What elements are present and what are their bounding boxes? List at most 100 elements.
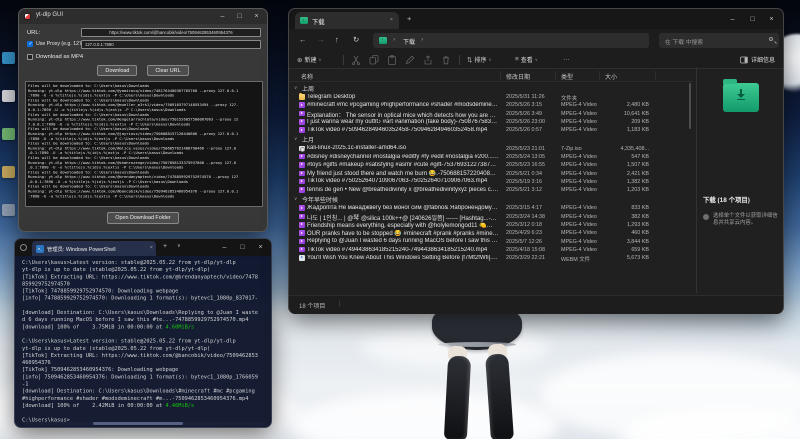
file-name: TikTok video #7509462849460352458-750946… (307, 127, 499, 133)
cut-icon[interactable] (351, 55, 361, 65)
file-row[interactable]: TikTok video #7509462849460352458-750946… (289, 126, 693, 134)
new-tab-button[interactable]: + (407, 14, 411, 23)
maximize-button[interactable]: □ (231, 9, 248, 24)
explorer-tabbar[interactable]: 下载 × + – □ × (289, 9, 783, 29)
file-size: 1,507 KB (587, 162, 649, 168)
file-date: 2025/5/26 23:00 (506, 119, 558, 125)
file-row[interactable]: kali-linux-2025.1c-installer-amd64.iso20… (289, 144, 693, 152)
desktop-icon[interactable] (2, 128, 15, 140)
url-input[interactable]: https://www.tiktok.com/@bancobik/video/7… (81, 28, 261, 37)
download-button[interactable]: Download (97, 65, 137, 76)
terminal-line: [TikTok] Extracting URL: https://www.tik… (22, 352, 266, 359)
powershell-icon: >_ (36, 245, 44, 253)
desktop-icon[interactable] (2, 204, 15, 216)
download-mp4-checkbox[interactable] (27, 54, 33, 60)
sort-button[interactable]: ⇅ 排序 ∨ (467, 55, 491, 64)
terminal-titlebar[interactable]: >_ 管理员: Windows PowerShell × + ∨ – □ × (15, 239, 271, 256)
new-button[interactable]: ⊕ 新建 ∨ (297, 55, 321, 64)
ytdlp-titlebar[interactable]: yt-dlp GUI – □ × (19, 9, 267, 24)
search-box[interactable]: 在 下载 中搜索 (659, 33, 779, 48)
ytdlp-log-area[interactable]: Files will be downloaded to: C:\Users\ka… (25, 81, 263, 207)
maximize-button[interactable]: □ (234, 239, 251, 256)
delete-icon[interactable] (441, 55, 451, 65)
file-row[interactable]: Жадропіта Не манаджвегу без моної сим @f… (289, 204, 693, 212)
close-button[interactable]: × (763, 9, 780, 29)
group-header[interactable]: ∨上月 (289, 134, 693, 144)
new-tab-button[interactable]: + (163, 243, 167, 250)
minimize-button[interactable]: – (724, 9, 741, 29)
desktop-icon[interactable] (2, 90, 15, 102)
file-name: tennis de gen • New @breathedivinity x @… (307, 187, 499, 193)
file-row[interactable]: #disney #disneychannel #nostalgia #editf… (289, 153, 693, 161)
file-row[interactable]: My friend just stood there and watch me … (289, 169, 693, 177)
desktop-icon[interactable] (2, 52, 15, 64)
group-header[interactable]: ∨今年早些时候 (289, 194, 693, 204)
file-row[interactable]: Explanation： The sensor in optical mice … (289, 110, 693, 118)
details-pane-icon (740, 56, 748, 64)
file-row[interactable]: Telegram Desktop2025/5/31 11:26文件夹 (289, 93, 693, 101)
breadcrumb-downloads[interactable]: 下载 (403, 37, 415, 46)
file-row[interactable]: Replying to @Juan I wasted 6 days runnin… (289, 237, 693, 245)
file-size: 1,382 KB (587, 179, 649, 185)
desktop-icon[interactable] (2, 166, 15, 178)
terminal-line: [TikTok] Extracting URL: https://www.tik… (22, 273, 266, 280)
file-row[interactable]: 나도 | 1인칭... | @琴 @silica 100k++@ [240626… (289, 213, 693, 221)
column-size[interactable]: 大小 (605, 72, 617, 81)
share-icon[interactable] (423, 55, 433, 65)
file-row[interactable]: tennis de gen • New @breathedivinity x @… (289, 186, 693, 194)
view-button[interactable]: ≡ 查看 ∨ (515, 55, 538, 64)
iso-file-icon (299, 146, 305, 152)
details-panel-hint: 选择单个文件以获取详细信息并共享云内容。 (713, 213, 780, 227)
maximize-button[interactable]: □ (744, 9, 761, 29)
file-date: 2025/4/29 6:23 (506, 230, 558, 236)
terminal-output[interactable]: C:\Users\kasus>Latest version: stable@20… (22, 259, 266, 423)
file-row[interactable]: OUR pranks have to be stopped 😂 #minecra… (289, 229, 693, 237)
tab-close-icon[interactable]: × (390, 17, 393, 23)
breadcrumb[interactable]: › 下载 › (373, 33, 649, 48)
file-row[interactable]: You'll Wish You Knew About This Windows … (289, 254, 693, 262)
file-row[interactable]: #toys #gifts #makeup #satisfying #asmr #… (289, 161, 693, 169)
open-download-folder-button[interactable]: Open Download Folder (107, 212, 178, 224)
vertical-scrollbar[interactable] (689, 83, 691, 129)
copy-icon[interactable] (369, 55, 379, 65)
file-row[interactable]: I just wanna wear my outfit♪ #art #anima… (289, 118, 693, 126)
column-date[interactable]: 修改日期 (506, 72, 530, 81)
file-row[interactable]: TikTok video #7494438634185215240-749443… (289, 246, 693, 254)
file-name: Telegram Desktop (307, 94, 499, 100)
terminal-line: yt-dlp is up to date (stable@2025.05.22 … (22, 266, 266, 273)
tab-dropdown-icon[interactable]: ∨ (177, 243, 181, 249)
group-header[interactable]: ∨上周 (289, 83, 693, 93)
forward-icon[interactable]: → (317, 35, 325, 44)
terminal-tab[interactable]: >_ 管理员: Windows PowerShell × (32, 241, 156, 256)
clear-url-button[interactable]: Clear URL (147, 65, 188, 76)
back-icon[interactable]: ← (299, 35, 307, 44)
video-file-icon (299, 162, 305, 168)
file-row[interactable]: Friendship means everything, especially … (289, 221, 693, 229)
minimize-button[interactable]: – (216, 239, 233, 256)
column-type[interactable]: 类型 (561, 72, 573, 81)
terminal-app-icon (20, 244, 27, 251)
tab-close-icon[interactable]: × (150, 245, 153, 251)
minimize-button[interactable]: – (214, 9, 231, 24)
paste-icon[interactable] (387, 55, 397, 65)
video-file-icon (299, 205, 305, 211)
details-pane-toggle[interactable]: 详细信息 (740, 55, 775, 64)
file-row[interactable]: #minecraft #mc #pcgaming #highperformanc… (289, 101, 693, 109)
horizontal-scrollbar[interactable] (23, 422, 265, 425)
scrollbar-thumb[interactable] (93, 422, 183, 425)
more-button[interactable]: … (563, 55, 570, 62)
up-icon[interactable]: ↑ (335, 35, 339, 44)
file-date: 2025/3/15 4:17 (506, 205, 558, 211)
proxy-input[interactable]: 127.0.0.1:7890 (81, 40, 261, 49)
sort-icon: ⇅ (467, 56, 472, 64)
rename-icon[interactable] (405, 55, 415, 65)
close-button[interactable]: × (248, 9, 265, 24)
file-date: 2025/5/23 21:01 (506, 146, 558, 152)
ytdlp-window-title: yt-dlp GUI (36, 12, 63, 18)
close-button[interactable]: × (252, 239, 269, 256)
file-row[interactable]: TikTok video #7502526407109067063-750252… (289, 178, 693, 186)
column-name[interactable]: 名称 (301, 72, 313, 81)
explorer-tab-downloads[interactable]: 下载 × (295, 12, 399, 29)
use-proxy-checkbox[interactable] (27, 41, 33, 47)
refresh-icon[interactable]: ↻ (353, 35, 359, 44)
